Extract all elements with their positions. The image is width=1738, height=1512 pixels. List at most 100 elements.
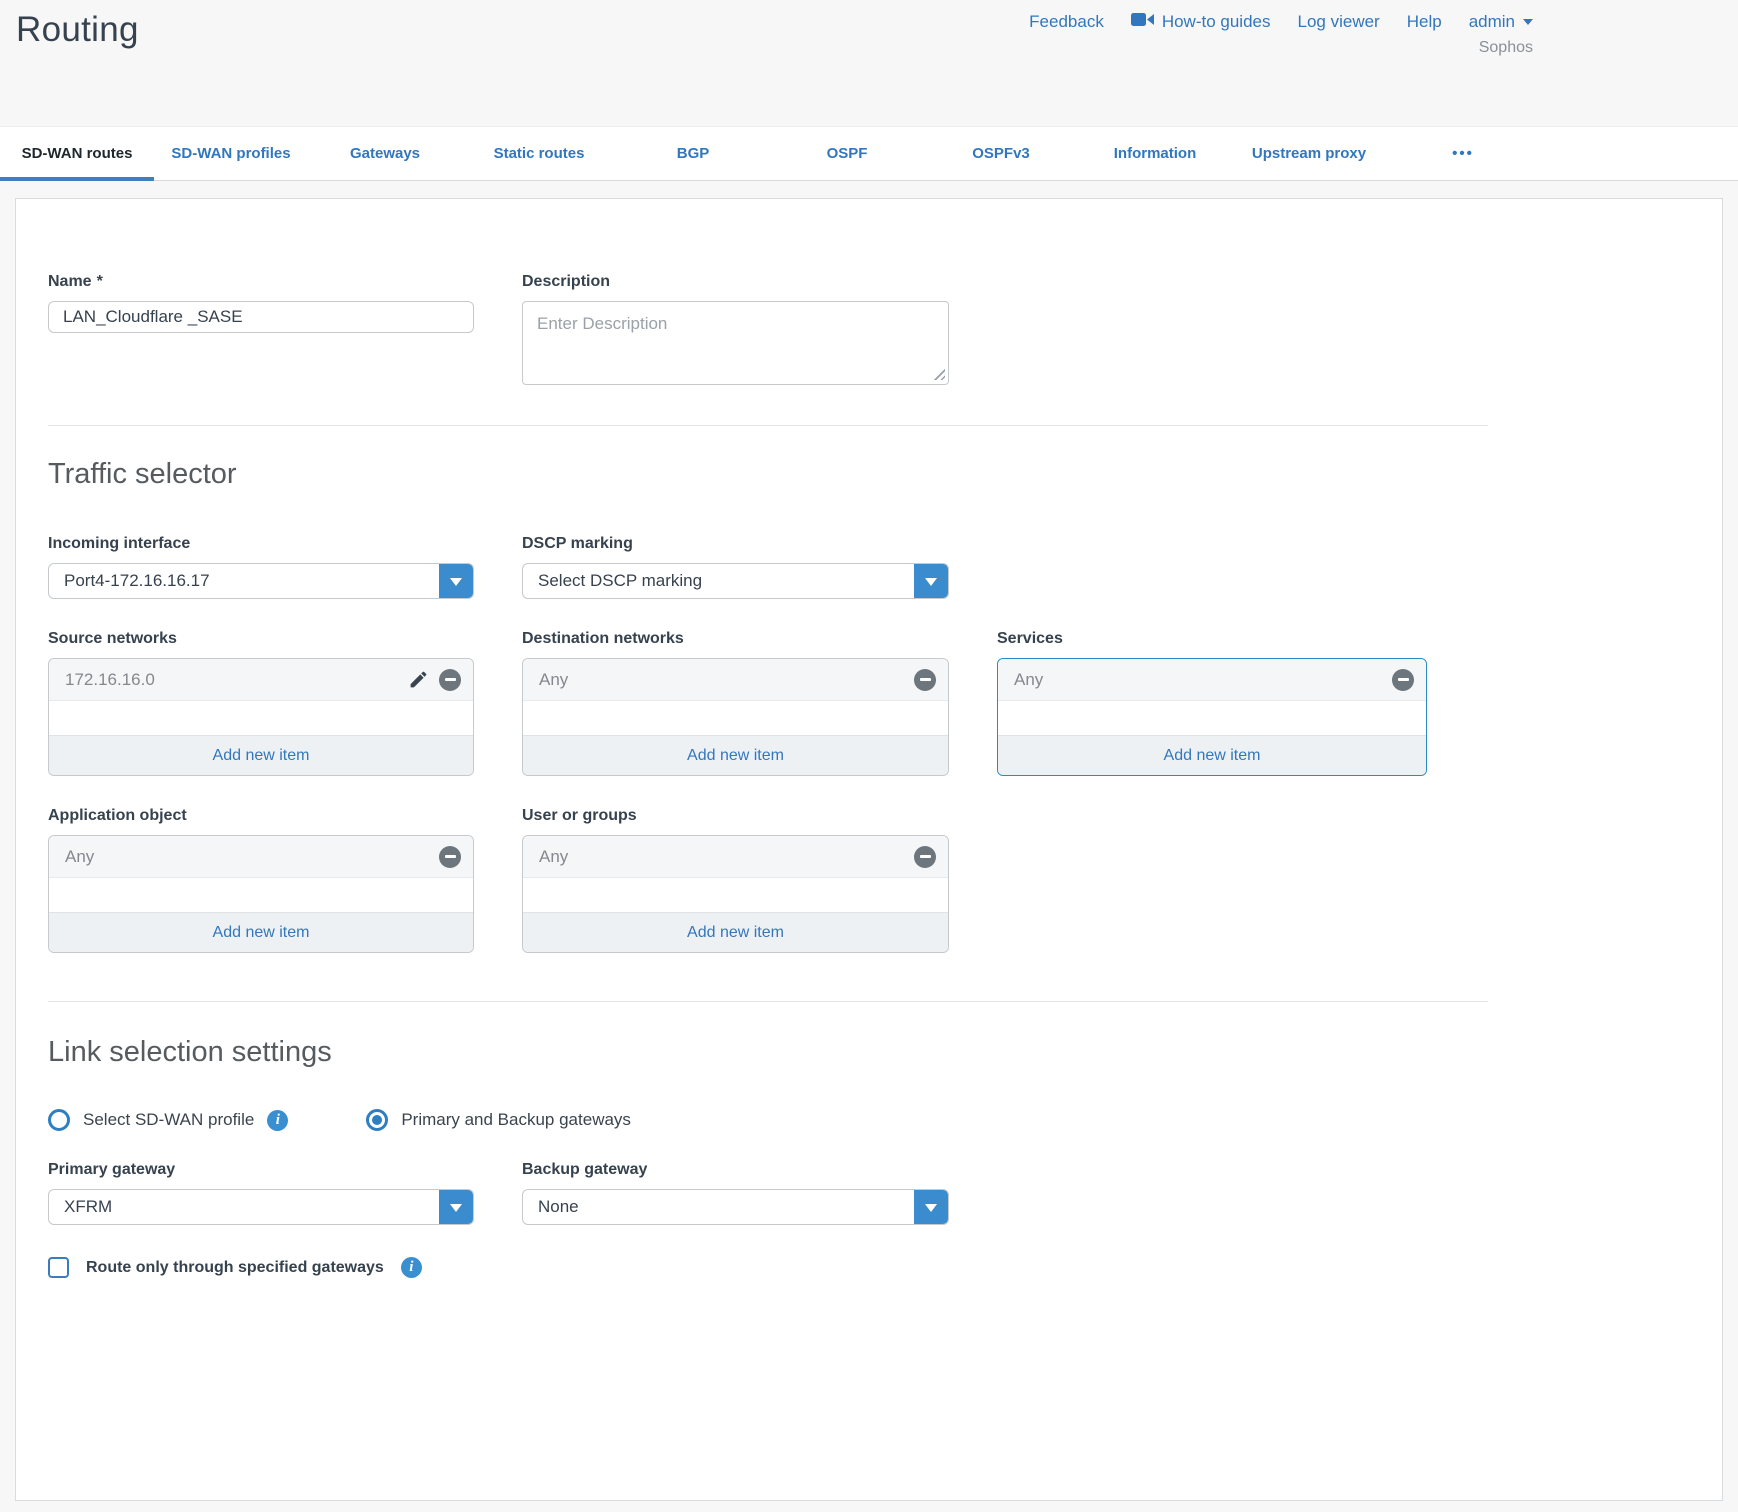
description-textarea[interactable]: [522, 301, 949, 385]
required-marker: *: [97, 273, 103, 291]
admin-menu[interactable]: admin: [1469, 12, 1533, 32]
tabs: SD-WAN routes SD-WAN profiles Gateways S…: [0, 127, 1540, 180]
tab-sdwan-profiles[interactable]: SD-WAN profiles: [154, 127, 308, 180]
chevron-down-icon: [925, 578, 937, 592]
link-selection-heading: Link selection settings: [48, 1036, 1690, 1069]
section-divider: [48, 425, 1488, 426]
backup-gateway-value: None: [523, 1190, 914, 1224]
description-textarea-wrap: [522, 301, 949, 385]
incoming-interface-dropdown[interactable]: Port4-172.16.16.17: [48, 563, 474, 599]
description-label-text: Description: [522, 273, 610, 291]
gateway-mode-radio-row: Select SD-WAN profile i Primary and Back…: [48, 1109, 1690, 1131]
feedback-label: Feedback: [1029, 12, 1104, 32]
name-label: Name *: [48, 273, 474, 291]
primary-gateway-label: Primary gateway: [48, 1161, 474, 1179]
list-item-label: Any: [65, 847, 429, 867]
listbox-spacer: [49, 878, 473, 912]
primary-gateway-label-text: Primary gateway: [48, 1161, 175, 1179]
log-viewer-link[interactable]: Log viewer: [1298, 12, 1380, 32]
admin-label: admin: [1469, 12, 1515, 32]
application-object-add-button[interactable]: Add new item: [49, 912, 473, 952]
destination-networks-add-button[interactable]: Add new item: [523, 735, 948, 775]
source-networks-add-button[interactable]: Add new item: [49, 735, 473, 775]
tab-ospf[interactable]: OSPF: [770, 127, 924, 180]
user-or-groups-add-button[interactable]: Add new item: [523, 912, 948, 952]
tab-ospfv3[interactable]: OSPFv3: [924, 127, 1078, 180]
list-item: Any: [998, 659, 1426, 701]
primary-gateway-group: Primary gateway XFRM: [48, 1161, 474, 1225]
primary-gateway-dropdown-button[interactable]: [439, 1190, 473, 1224]
list-item: Any: [523, 836, 948, 878]
list-item: 172.16.16.0: [49, 659, 473, 701]
minus-bar: [445, 678, 456, 681]
services-listbox: Any Add new item: [997, 658, 1427, 776]
destination-networks-label-text: Destination networks: [522, 630, 684, 648]
tab-gateways[interactable]: Gateways: [308, 127, 462, 180]
tab-bar: SD-WAN routes SD-WAN profiles Gateways S…: [0, 126, 1738, 181]
primary-gateway-dropdown[interactable]: XFRM: [48, 1189, 474, 1225]
dscp-marking-group: DSCP marking Select DSCP marking: [522, 535, 949, 599]
list-item-label: Any: [1014, 670, 1382, 690]
chevron-down-icon: [925, 1204, 937, 1218]
tab-more[interactable]: •••: [1386, 127, 1540, 180]
remove-item-icon[interactable]: [439, 669, 461, 691]
source-networks-label-text: Source networks: [48, 630, 177, 648]
radio-select-sdwan-profile[interactable]: Select SD-WAN profile i: [48, 1109, 288, 1131]
info-icon[interactable]: i: [267, 1110, 288, 1131]
header-links: Feedback How-to guides Log viewer Help a…: [1029, 12, 1533, 32]
incoming-interface-label: Incoming interface: [48, 535, 474, 553]
backup-gateway-dropdown-button[interactable]: [914, 1190, 948, 1224]
list-item-label: Any: [539, 670, 904, 690]
help-link[interactable]: Help: [1407, 12, 1442, 32]
incoming-interface-group: Incoming interface Port4-172.16.16.17: [48, 535, 474, 599]
name-description-row: Name * Description: [48, 273, 1690, 385]
info-icon[interactable]: i: [401, 1257, 422, 1278]
user-or-groups-listbox: Any Add new item: [522, 835, 949, 953]
page-header: Routing Feedback How-to guides Log viewe…: [0, 0, 1738, 126]
radio-select-sdwan-profile-label: Select SD-WAN profile: [83, 1110, 254, 1130]
listbox-spacer: [49, 701, 473, 735]
dscp-marking-dropdown-button[interactable]: [914, 564, 948, 598]
route-only-row: Route only through specified gateways i: [48, 1257, 1690, 1278]
gateways-row: Primary gateway XFRM Backup gateway None: [48, 1161, 1690, 1225]
tab-bgp[interactable]: BGP: [616, 127, 770, 180]
name-field-group: Name *: [48, 273, 474, 333]
interface-dscp-row: Incoming interface Port4-172.16.16.17 DS…: [48, 535, 1690, 599]
tab-upstream-proxy[interactable]: Upstream proxy: [1232, 127, 1386, 180]
name-input[interactable]: [48, 301, 474, 333]
tab-sdwan-routes[interactable]: SD-WAN routes: [0, 127, 154, 180]
remove-item-icon[interactable]: [914, 669, 936, 691]
source-networks-label: Source networks: [48, 630, 474, 648]
remove-item-icon[interactable]: [439, 846, 461, 868]
route-only-checkbox[interactable]: [48, 1257, 69, 1278]
minus-bar: [920, 678, 931, 681]
tab-static-routes[interactable]: Static routes: [462, 127, 616, 180]
backup-gateway-label: Backup gateway: [522, 1161, 949, 1179]
user-or-groups-group: User or groups Any Add new item: [522, 807, 949, 953]
radio-selected-icon[interactable]: [366, 1109, 388, 1131]
services-add-button[interactable]: Add new item: [998, 735, 1426, 775]
radio-unselected-icon[interactable]: [48, 1109, 70, 1131]
incoming-interface-dropdown-button[interactable]: [439, 564, 473, 598]
services-group: Services Any Add new item: [997, 630, 1427, 776]
sdwan-route-form-panel: Name * Description Traffic selector Inco…: [15, 198, 1723, 1501]
backup-gateway-label-text: Backup gateway: [522, 1161, 647, 1179]
destination-networks-group: Destination networks Any Add new item: [522, 630, 949, 776]
tab-information[interactable]: Information: [1078, 127, 1232, 180]
howto-guides-link[interactable]: How-to guides: [1131, 12, 1271, 32]
chevron-down-icon: [450, 1204, 462, 1218]
edit-pencil-icon[interactable]: [408, 669, 429, 690]
minus-bar: [1398, 678, 1409, 681]
primary-gateway-value: XFRM: [49, 1190, 439, 1224]
feedback-link[interactable]: Feedback: [1029, 12, 1104, 32]
listbox-spacer: [523, 878, 948, 912]
description-label: Description: [522, 273, 949, 291]
listbox-spacer: [998, 701, 1426, 735]
dscp-marking-dropdown[interactable]: Select DSCP marking: [522, 563, 949, 599]
backup-gateway-dropdown[interactable]: None: [522, 1189, 949, 1225]
howto-guides-label: How-to guides: [1162, 12, 1271, 32]
header-right: Feedback How-to guides Log viewer Help a…: [1029, 8, 1533, 57]
radio-primary-backup-gateways[interactable]: Primary and Backup gateways: [366, 1109, 631, 1131]
remove-item-icon[interactable]: [1392, 669, 1414, 691]
remove-item-icon[interactable]: [914, 846, 936, 868]
